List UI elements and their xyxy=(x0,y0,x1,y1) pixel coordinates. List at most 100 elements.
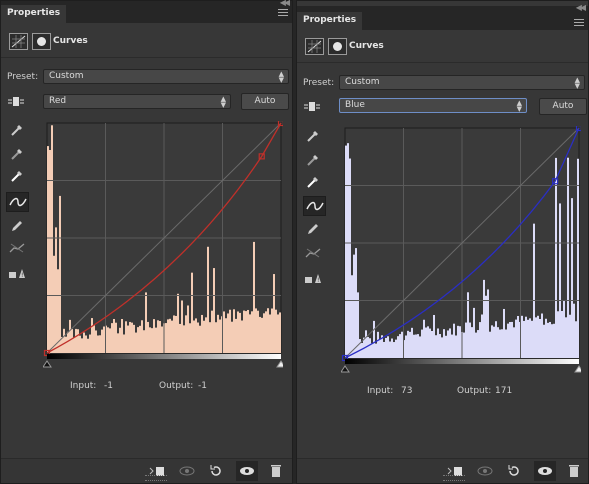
curve-graph[interactable] xyxy=(43,121,283,371)
histogram-bar xyxy=(185,315,187,353)
sample-black-point-icon[interactable] xyxy=(7,121,27,139)
black-point-slider[interactable] xyxy=(341,365,350,373)
histogram-bar xyxy=(507,323,509,358)
pencil-draw-icon[interactable] xyxy=(303,220,323,238)
histogram-bar xyxy=(447,330,449,358)
toggle-visibility-icon[interactable] xyxy=(534,461,556,481)
histogram-bar xyxy=(177,293,179,353)
pencil-draw-icon[interactable] xyxy=(7,217,27,235)
sample-gray-point-icon[interactable] xyxy=(7,145,27,163)
sample-gray-point-icon[interactable] xyxy=(303,151,323,169)
clipping-warning-icon[interactable]: ! xyxy=(7,264,27,282)
histogram-bar xyxy=(149,327,151,353)
on-image-adjust-icon[interactable] xyxy=(302,98,322,116)
layer-mask-icon[interactable] xyxy=(32,33,51,50)
histogram-bar xyxy=(549,321,551,358)
curve-points-icon[interactable] xyxy=(303,196,326,216)
toggle-visibility-icon[interactable] xyxy=(236,461,258,481)
smooth-curve-icon[interactable] xyxy=(7,239,27,257)
histogram-bar xyxy=(179,323,181,353)
histogram-bar xyxy=(553,323,555,358)
histogram-bar xyxy=(195,318,197,353)
histogram-bar xyxy=(69,319,71,353)
curves-adjustment-icon[interactable] xyxy=(9,33,28,50)
curve-points-icon[interactable] xyxy=(6,192,29,212)
histogram-bar xyxy=(491,325,493,358)
histogram-bar xyxy=(217,314,219,353)
histogram-bar xyxy=(387,336,389,358)
histogram-bar xyxy=(141,320,143,353)
svg-text:!: ! xyxy=(21,272,23,279)
histogram-bar xyxy=(87,338,89,353)
collapse-panel-icon[interactable]: ◀◀ xyxy=(576,3,586,12)
histogram-bar xyxy=(409,331,411,358)
black-point-slider[interactable] xyxy=(43,360,52,368)
delete-adjustment-icon[interactable] xyxy=(563,461,585,481)
histogram-bar xyxy=(373,320,375,358)
histogram-bar xyxy=(465,322,467,358)
sample-black-point-icon[interactable] xyxy=(303,127,323,145)
properties-tab[interactable]: Properties xyxy=(1,5,67,23)
panel-menu-icon[interactable] xyxy=(278,9,288,17)
histogram-bar xyxy=(509,322,511,358)
histogram-bar xyxy=(53,255,55,353)
view-previous-state-icon[interactable] xyxy=(474,461,496,481)
sample-white-point-icon[interactable] xyxy=(303,173,323,191)
properties-tab[interactable]: Properties xyxy=(297,12,363,30)
curve-graph[interactable] xyxy=(341,126,581,376)
histogram-bar xyxy=(515,319,517,358)
curves-adjustment-icon[interactable] xyxy=(305,38,324,55)
auto-button[interactable]: Auto xyxy=(241,93,289,110)
histogram-bar xyxy=(173,315,175,353)
histogram-bar xyxy=(67,331,69,353)
histogram-bar xyxy=(555,157,557,358)
histogram-bar xyxy=(489,331,491,358)
histogram-bar xyxy=(111,323,113,353)
sample-white-point-icon[interactable] xyxy=(7,167,27,185)
reset-adjustment-icon[interactable] xyxy=(503,461,525,481)
preset-dropdown[interactable]: Custom ▲ ▼ xyxy=(339,75,585,90)
preset-dropdown[interactable]: Custom ▲ ▼ xyxy=(43,69,289,84)
collapse-panel-icon[interactable]: ◀◀ xyxy=(280,0,290,7)
channel-dropdown[interactable]: Blue ▲ ▼ xyxy=(339,98,527,113)
panel-menu-icon[interactable] xyxy=(574,19,584,27)
histogram-bar xyxy=(203,320,205,353)
histogram-bar xyxy=(383,341,385,358)
histogram-bar xyxy=(469,322,471,358)
histogram-bar xyxy=(91,318,93,353)
white-point-slider[interactable] xyxy=(574,365,581,373)
on-image-adjust-icon[interactable] xyxy=(6,93,26,111)
histogram-bar xyxy=(463,332,465,358)
histogram-bar xyxy=(145,292,147,353)
clipping-warning-icon[interactable]: ! xyxy=(303,269,323,287)
auto-button[interactable]: Auto xyxy=(539,98,587,115)
histogram-bar xyxy=(475,332,477,358)
resize-grip[interactable] xyxy=(443,475,465,481)
histogram-bar xyxy=(525,316,527,358)
histogram-bar xyxy=(103,326,105,353)
histogram-bar xyxy=(569,314,571,358)
histogram-bar xyxy=(71,329,73,353)
white-point-slider[interactable] xyxy=(276,360,283,368)
histogram-bar xyxy=(481,314,483,358)
histogram-bar xyxy=(119,327,121,353)
histogram-bar xyxy=(235,318,237,353)
view-previous-state-icon[interactable] xyxy=(176,461,198,481)
histogram-bar xyxy=(349,158,351,358)
reset-adjustment-icon[interactable] xyxy=(205,461,227,481)
output-value: -1 xyxy=(198,381,207,391)
smooth-curve-icon[interactable] xyxy=(303,244,323,262)
histogram-bar xyxy=(479,322,481,358)
histogram-bar xyxy=(541,313,543,358)
resize-grip[interactable] xyxy=(145,475,167,481)
histogram-bar xyxy=(517,316,519,358)
histogram-bar xyxy=(421,329,423,358)
delete-adjustment-icon[interactable] xyxy=(265,461,287,481)
output-value: 171 xyxy=(495,386,513,396)
histogram-bar xyxy=(437,328,439,358)
channel-value: Red xyxy=(49,96,67,106)
channel-dropdown[interactable]: Red ▲ ▼ xyxy=(43,94,231,109)
layer-mask-icon[interactable] xyxy=(328,38,347,55)
histogram-bar xyxy=(543,324,545,358)
histogram-bar xyxy=(355,248,357,358)
